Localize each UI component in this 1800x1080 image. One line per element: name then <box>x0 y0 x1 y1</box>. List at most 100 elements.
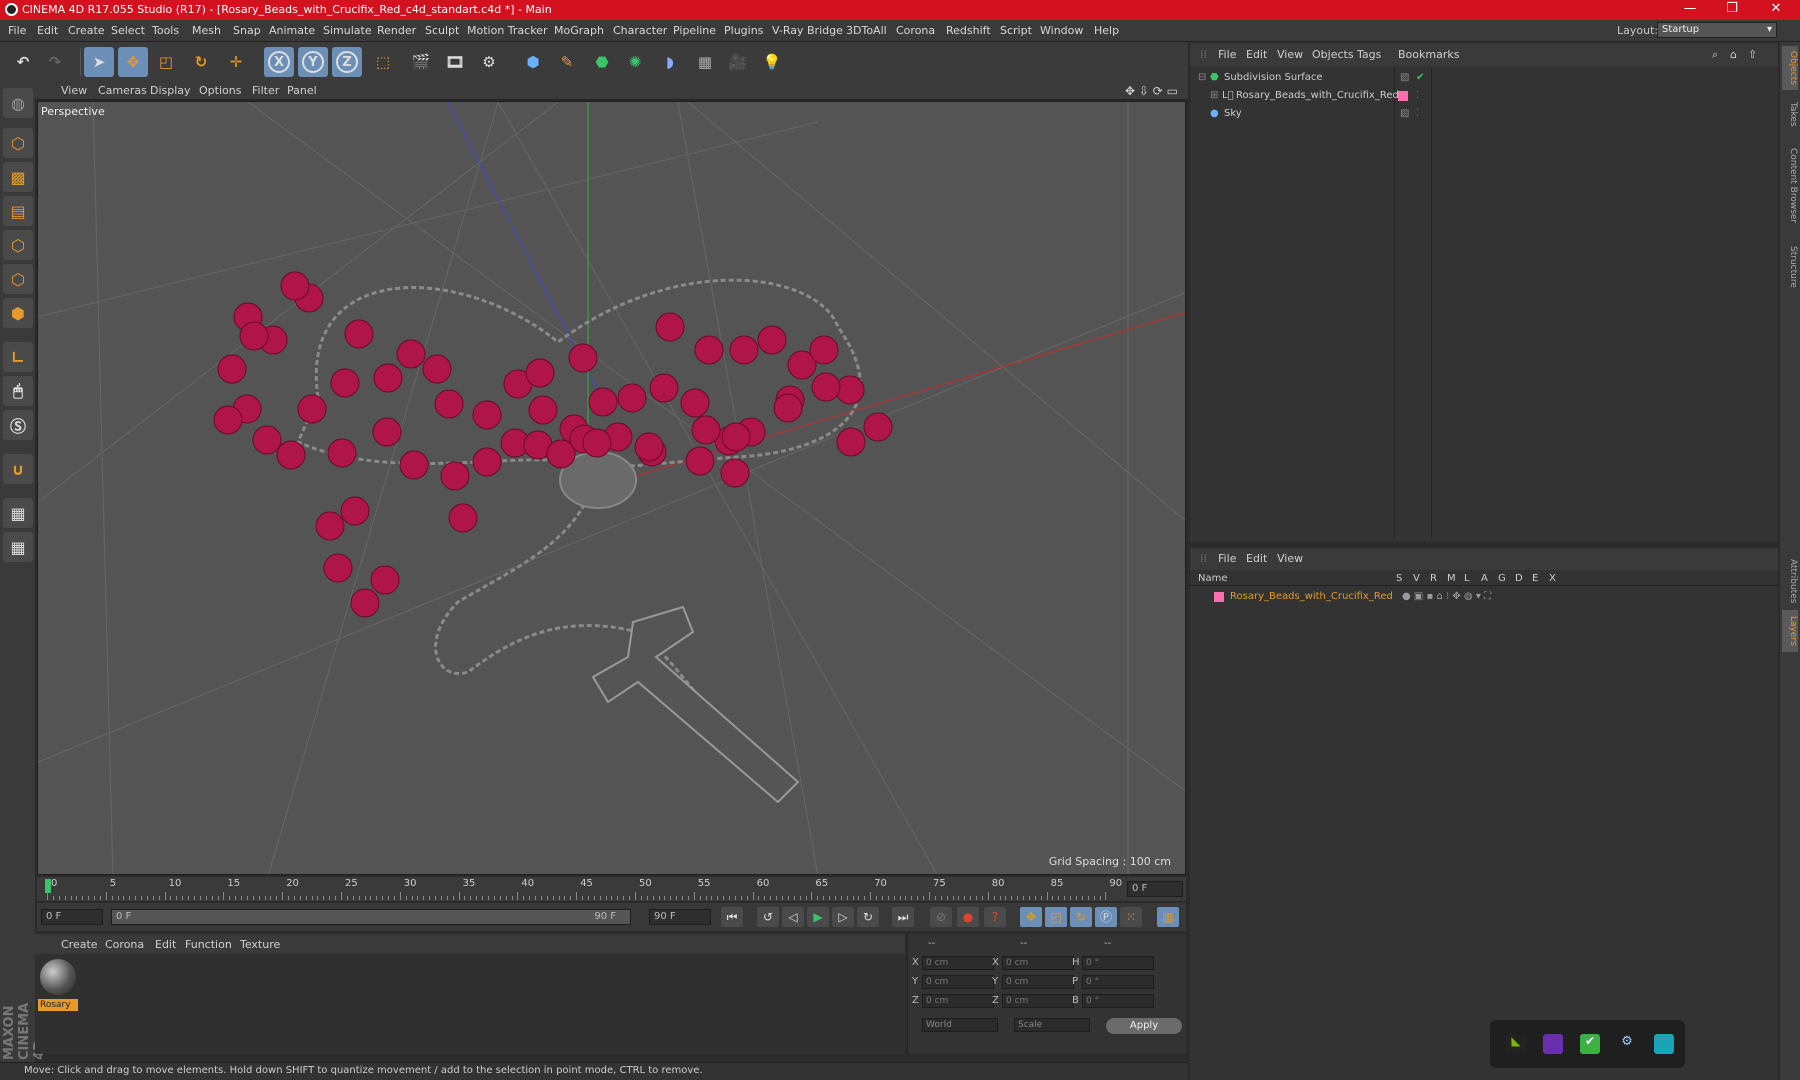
layer-column-name[interactable]: Name <box>1198 573 1228 584</box>
key-rotation-icon[interactable]: ↻ <box>1070 907 1092 927</box>
edges-mode-icon[interactable]: ⬡ <box>3 264 33 294</box>
camera-icon[interactable]: 🎥 <box>723 47 753 77</box>
deformer-icon[interactable]: ◗ <box>655 47 685 77</box>
key-pla-icon[interactable]: ⁙ <box>1120 907 1142 927</box>
coord-value-field[interactable]: 0 cm <box>1002 975 1074 989</box>
subdivision-surface-icon[interactable]: ⬣ <box>587 47 617 77</box>
transform-tool-icon[interactable]: ✛ <box>221 47 251 77</box>
menu-redshift[interactable]: Redshift <box>946 24 991 37</box>
redo-icon[interactable]: ↷ <box>40 47 70 77</box>
coord-mode-world-dropdown[interactable]: World <box>922 1018 998 1032</box>
layout-dropdown[interactable]: Startup ▾ <box>1657 22 1777 38</box>
menu-script[interactable]: Script <box>1000 24 1032 37</box>
tab-content-browser[interactable]: Content Browser <box>1782 138 1798 234</box>
key-position-icon[interactable]: ✥ <box>1020 907 1042 927</box>
viewport-perspective[interactable]: Perspective Grid Spacing : 100 cm <box>37 101 1186 875</box>
home-icon[interactable]: ⌂ <box>1730 48 1737 61</box>
up-arrow-icon[interactable]: ⇧ <box>1748 48 1757 61</box>
solo-mode-icon[interactable]: Ⓢ <box>3 410 33 440</box>
play-icon[interactable]: ▶ <box>807 907 829 927</box>
key-param-icon[interactable]: Ⓟ <box>1095 907 1117 927</box>
menu-select[interactable]: Select <box>111 24 145 37</box>
coord-value-field[interactable]: 0 cm <box>1002 956 1074 970</box>
layer-column-s[interactable]: S <box>1396 573 1402 584</box>
object-menu-file[interactable]: File <box>1218 48 1236 61</box>
menu-sculpt[interactable]: Sculpt <box>425 24 459 37</box>
menu-simulate[interactable]: Simulate <box>323 24 372 37</box>
light-bulb-icon[interactable]: 💡 <box>757 47 787 77</box>
menu-animate[interactable]: Animate <box>269 24 315 37</box>
viewport-menu-cameras[interactable]: Cameras <box>98 84 147 97</box>
close-icon[interactable]: ✕ <box>1756 1 1796 16</box>
coord-value-field[interactable]: 0 cm <box>922 975 994 989</box>
layer-column-v[interactable]: V <box>1413 573 1420 584</box>
visibility-dots-icon[interactable]: ⁚ <box>1416 108 1419 119</box>
tweak-mode-icon[interactable]: 🖱 <box>3 376 33 406</box>
layer-column-a[interactable]: A <box>1481 573 1488 584</box>
prev-key-icon[interactable]: ↺ <box>757 907 779 927</box>
object-row-sky[interactable]: ● Sky ▨ ⁚ <box>1190 105 1778 123</box>
grid-snap-icon[interactable]: ▦ <box>3 532 33 562</box>
tab-takes[interactable]: Takes <box>1782 96 1798 132</box>
viewport-menu-filter[interactable]: Filter <box>252 84 279 97</box>
menu-mesh[interactable]: Mesh <box>192 24 221 37</box>
scale-tool-icon[interactable]: ◰ <box>151 47 181 77</box>
next-key-icon[interactable]: ↻ <box>857 907 879 927</box>
material-menu-edit[interactable]: Edit <box>155 938 176 951</box>
render-settings-icon[interactable]: ⚙ <box>474 47 504 77</box>
layer-column-x[interactable]: X <box>1549 573 1556 584</box>
layer-color-swatch[interactable] <box>1214 592 1224 602</box>
z-axis-lock-icon[interactable]: Z <box>332 47 362 77</box>
menu-file[interactable]: File <box>8 24 26 37</box>
menu-character[interactable]: Character <box>613 24 667 37</box>
undo-icon[interactable]: ↶ <box>8 47 38 77</box>
layer-column-m[interactable]: M <box>1447 573 1456 584</box>
object-menu-tags[interactable]: Tags <box>1357 48 1381 61</box>
layer-column-e[interactable]: E <box>1532 573 1538 584</box>
enabled-check-icon[interactable]: ✔ <box>1416 72 1424 83</box>
pen-spline-icon[interactable]: ✎ <box>552 47 582 77</box>
layer-menu-view[interactable]: View <box>1277 552 1303 565</box>
apply-button[interactable]: Apply <box>1106 1018 1182 1034</box>
texture-mode-icon[interactable]: ▩ <box>3 162 33 192</box>
material-menu-corona[interactable]: Corona <box>105 938 144 951</box>
menu-3dtoall[interactable]: 3DToAll <box>846 24 887 37</box>
visibility-dots-icon[interactable]: ⁚ <box>1416 90 1419 101</box>
key-scale-icon[interactable]: ◰ <box>1045 907 1067 927</box>
playhead-marker[interactable] <box>45 879 51 893</box>
material-menu-function[interactable]: Function <box>185 938 232 951</box>
make-editable-icon[interactable]: ◍ <box>3 88 33 118</box>
layer-column-r[interactable]: R <box>1430 573 1437 584</box>
search-icon[interactable]: ⌕ <box>1712 48 1718 62</box>
x-axis-lock-icon[interactable]: X <box>264 47 294 77</box>
render-view-icon[interactable]: 🎬 <box>406 47 436 77</box>
end-frame-field[interactable]: 90 F <box>649 909 711 925</box>
workplane-mode-icon[interactable]: ▤ <box>3 196 33 226</box>
restore-icon[interactable]: ❐ <box>1712 1 1752 16</box>
app-tray-icon[interactable] <box>1543 1034 1563 1054</box>
menu-motion-tracker[interactable]: Motion Tracker <box>467 24 547 37</box>
layer-flags-icons[interactable]: ● ▣ ▪ ⌂ ⁝ ✥ ◍ ▾ ⛶ <box>1402 591 1491 602</box>
menu-snap[interactable]: Snap <box>233 24 261 37</box>
edit-toggle-icon[interactable]: ▨ <box>1400 108 1409 119</box>
move-tool-icon[interactable]: ✥ <box>118 47 148 77</box>
edit-toggle-icon[interactable]: ▨ <box>1400 72 1409 83</box>
coord-value-field[interactable]: 0 ° <box>1082 956 1154 970</box>
points-mode-icon[interactable]: ⬡ <box>3 230 33 260</box>
object-menu-bookmarks[interactable]: Bookmarks <box>1398 48 1459 61</box>
model-mode-icon[interactable]: ⬡ <box>3 128 33 158</box>
coord-value-field[interactable]: 0 cm <box>922 994 994 1008</box>
security-shield-icon[interactable]: ✔ <box>1580 1034 1600 1054</box>
coord-mode-scale-dropdown[interactable]: Scale <box>1014 1018 1090 1032</box>
tab-objects[interactable]: Objects <box>1782 46 1798 90</box>
material-menu-create[interactable]: Create <box>61 938 98 951</box>
axis-mode-icon[interactable]: ∟ <box>3 342 33 372</box>
expand-icon[interactable]: ⊞ <box>1210 90 1218 101</box>
layer-column-d[interactable]: D <box>1515 573 1523 584</box>
array-mograph-icon[interactable]: ✺ <box>620 47 650 77</box>
layer-color-swatch[interactable] <box>1398 91 1408 101</box>
coord-value-field[interactable]: 0 ° <box>1082 994 1154 1008</box>
rotate-tool-icon[interactable]: ↻ <box>186 47 216 77</box>
layer-column-l[interactable]: L <box>1464 573 1470 584</box>
autokey-icon[interactable]: ? <box>984 907 1006 927</box>
